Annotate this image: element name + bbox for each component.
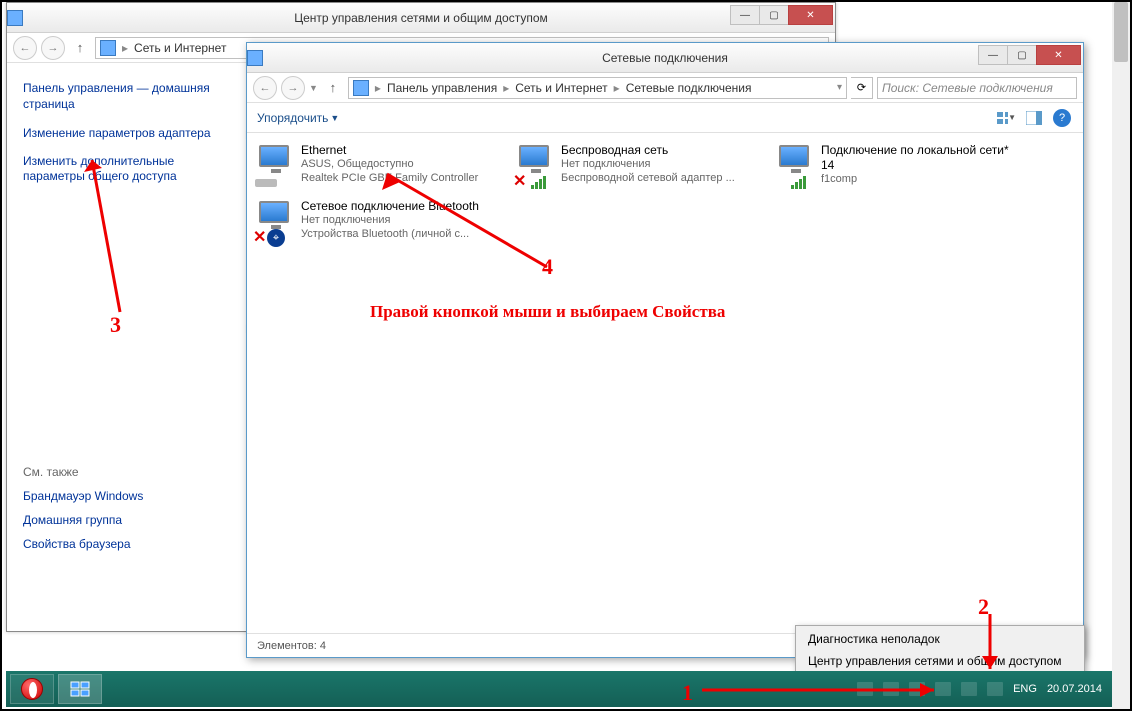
cable-icon	[255, 179, 277, 187]
monitor-icon	[519, 145, 549, 167]
sidebar-sharing-settings-link[interactable]: Изменить дополнительные параметры общего…	[23, 154, 221, 185]
network-connections-icon	[247, 50, 263, 66]
taskbar-opera[interactable]	[10, 674, 54, 704]
tray-icon[interactable]	[883, 682, 899, 696]
tray-lang[interactable]: ENG	[1013, 683, 1037, 695]
taskbar: ENG 20.07.2014	[6, 671, 1114, 707]
toolbar: Упорядочить ▼ ▼ ?	[247, 103, 1083, 133]
tray-icon[interactable]	[857, 682, 873, 696]
connection-bluetooth[interactable]: ✕⌖ Сетевое подключение Bluetooth Нет под…	[251, 197, 503, 249]
back-nav-up[interactable]: ↑	[69, 37, 91, 59]
nav-back-button[interactable]: ←	[253, 76, 277, 100]
nav-up-button[interactable]: ↑	[322, 77, 344, 99]
close-button[interactable]: ✕	[1036, 45, 1081, 65]
sidebar-browser-props-link[interactable]: Свойства браузера	[23, 537, 221, 551]
breadcrumb-icon	[100, 40, 116, 56]
search-input[interactable]: Поиск: Сетевые подключения	[877, 77, 1077, 99]
connection-lan14[interactable]: Подключение по локальной сети* 14 f1comp	[771, 141, 1023, 193]
sidebar-seealso-label: См. также	[23, 465, 221, 479]
ctx-troubleshoot[interactable]: Диагностика неполадок	[798, 628, 1082, 650]
nav-fwd-button[interactable]: →	[281, 76, 305, 100]
system-tray: ENG 20.07.2014	[857, 682, 1110, 696]
item-count: Элементов: 4	[257, 640, 326, 652]
sidebar-firewall-link[interactable]: Брандмауэр Windows	[23, 489, 221, 503]
monitor-icon	[779, 145, 809, 167]
ctx-network-center[interactable]: Центр управления сетями и общим доступом	[798, 650, 1082, 672]
sidebar-homegroup-link[interactable]: Домашняя группа	[23, 513, 221, 527]
signal-bars-icon	[791, 176, 806, 189]
scrollbar-thumb[interactable]	[1114, 2, 1128, 62]
back-nav-back[interactable]: ←	[13, 36, 37, 60]
refresh-button[interactable]: ⟳	[851, 77, 873, 99]
close-button[interactable]: ✕	[788, 5, 833, 25]
breadcrumb[interactable]: ▸ Панель управления ▸ Сеть и Интернет ▸ …	[348, 77, 847, 99]
sidebar-adapter-settings-link[interactable]: Изменение параметров адаптера	[23, 126, 221, 142]
network-connections-window: Сетевые подключения — ▢ ✕ ← → ▼ ↑ ▸ Пане…	[246, 42, 1084, 658]
back-nav-fwd[interactable]: →	[41, 36, 65, 60]
network-center-icon	[7, 10, 23, 26]
front-window-title: Сетевые подключения	[602, 51, 728, 65]
breadcrumb-icon	[353, 80, 369, 96]
tray-date[interactable]: 20.07.2014	[1047, 683, 1102, 695]
control-panel-sidebar: Панель управления — домашняя страница Из…	[7, 63, 237, 631]
minimize-button[interactable]: —	[978, 45, 1008, 65]
connections-list: Ethernet ASUS, Общедоступно Realtek PCIe…	[247, 133, 1083, 257]
page-scrollbar[interactable]	[1112, 2, 1130, 709]
back-titlebar[interactable]: Центр управления сетями и общим доступом…	[7, 3, 835, 33]
maximize-button[interactable]: ▢	[759, 5, 789, 25]
tray-icon[interactable]	[935, 682, 951, 696]
monitor-icon	[259, 145, 289, 167]
front-address-bar: ← → ▼ ↑ ▸ Панель управления ▸ Сеть и Инт…	[247, 73, 1083, 103]
tray-icon[interactable]	[909, 682, 925, 696]
view-layout-button[interactable]: ▼	[995, 107, 1017, 129]
connection-wifi[interactable]: ✕ Беспроводная сеть Нет подключения Бесп…	[511, 141, 763, 193]
help-button[interactable]: ?	[1051, 107, 1073, 129]
back-window-title: Центр управления сетями и общим доступом	[294, 11, 548, 25]
taskbar-explorer[interactable]	[58, 674, 102, 704]
maximize-button[interactable]: ▢	[1007, 45, 1037, 65]
organize-button[interactable]: Упорядочить	[257, 111, 328, 125]
minimize-button[interactable]: —	[730, 5, 760, 25]
opera-icon	[21, 678, 43, 700]
bluetooth-icon: ⌖	[267, 229, 285, 247]
sidebar-home-link[interactable]: Панель управления — домашняя страница	[23, 81, 221, 112]
tray-network-icon[interactable]	[961, 682, 977, 696]
explorer-icon	[69, 680, 91, 698]
front-titlebar[interactable]: Сетевые подключения — ▢ ✕	[247, 43, 1083, 73]
tray-context-menu: Диагностика неполадок Центр управления с…	[795, 625, 1085, 675]
connection-ethernet[interactable]: Ethernet ASUS, Общедоступно Realtek PCIe…	[251, 141, 503, 193]
tray-volume-icon[interactable]	[987, 682, 1003, 696]
monitor-icon	[259, 201, 289, 223]
organize-dropdown-icon[interactable]: ▼	[330, 113, 339, 123]
disconnected-icon: ✕	[253, 231, 267, 245]
disconnected-icon: ✕	[513, 175, 527, 189]
signal-bars-icon	[531, 176, 546, 189]
preview-pane-button[interactable]	[1023, 107, 1045, 129]
